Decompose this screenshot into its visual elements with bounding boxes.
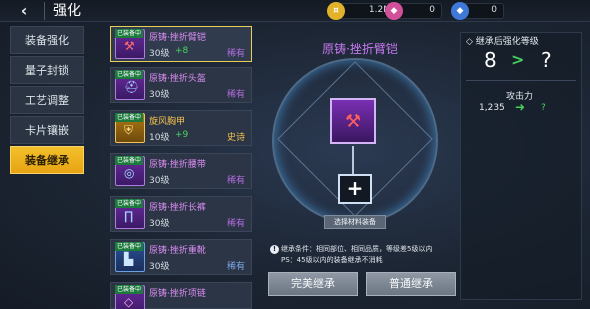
belt-icon: ◎ (124, 166, 135, 180)
arrow-right-icon: ➜ (515, 100, 526, 114)
item-level: 30级 (149, 219, 170, 229)
list-item[interactable]: 已装备中 ◇ 原铸·挫折项链 (110, 282, 252, 309)
blue-gem-icon: ◆ (451, 2, 469, 20)
equipped-tag: 已装备中 (115, 29, 144, 38)
gauntlet-icon: ⚒ (345, 111, 362, 132)
new-attack: ? (541, 103, 546, 113)
perfect-inherit-button[interactable]: 完美继承 (268, 272, 358, 296)
notice-line-2: PS：45级以内的装备继承不消耗 (281, 256, 383, 264)
current-attack: 1,235 (479, 103, 505, 113)
item-rarity: 史诗 (226, 133, 245, 143)
list-item[interactable]: 已装备中 ◎ 原铸·挫折腰带 30级 稀有 (110, 153, 252, 189)
source-item-slot[interactable]: ⚒ (330, 98, 376, 144)
normal-inherit-button[interactable]: 普通继承 (366, 272, 456, 296)
item-thumbnail: 已装备中 ⛨ (115, 113, 145, 143)
item-thumbnail: 已装备中 ◎ (115, 156, 145, 186)
gold-coin-icon: ¤ (327, 2, 345, 20)
list-item[interactable]: 已装备中 ⛨ 旋风胸甲 10级 +9 史诗 (110, 110, 252, 146)
item-name: 原铸·挫折长裤 (149, 203, 206, 213)
inherit-item-title: 原铸·挫折臂铠 (322, 42, 398, 56)
new-level: ? (541, 48, 552, 72)
tab-label: 装备强化 (25, 34, 69, 47)
pink-gem-icon: ◆ (385, 2, 403, 20)
item-level: 30级 (149, 49, 170, 59)
item-level: 30级 (149, 262, 170, 272)
item-name: 旋风胸甲 (149, 117, 186, 127)
item-thumbnail: 已装备中 ◇ (115, 285, 145, 309)
equipped-tag: 已装备中 (115, 156, 144, 165)
item-rarity: 稀有 (226, 262, 245, 272)
tab-label: 装备继承 (25, 154, 69, 167)
item-level: 10级 (149, 133, 170, 143)
back-button[interactable]: ‹ (10, 1, 38, 21)
item-thumbnail: 已装备中 ⛑ (115, 70, 145, 100)
item-thumbnail: 已装备中 ⚒ (115, 29, 145, 59)
equipped-tag: 已装备中 (115, 113, 144, 122)
divider (466, 80, 576, 81)
helmet-icon: ⛑ (124, 80, 140, 94)
item-rarity: 稀有 (226, 176, 245, 186)
item-thumbnail: 已装备中 ▙ (115, 242, 145, 272)
tab-label: 工艺调整 (25, 94, 69, 107)
inherit-result-panel (460, 32, 582, 300)
choose-material-button[interactable]: 选择材料装备 (324, 215, 386, 229)
item-name: 原铸·挫折臂铠 (149, 33, 206, 43)
blue-gem-value: 0 (491, 5, 497, 15)
item-name: 原铸·挫折腰带 (149, 160, 206, 170)
notice-line-1: 继承条件：相同部位、相同品质，等级差5级以内 (281, 245, 433, 253)
tab-quantum-lock[interactable]: 量子封锁 (10, 56, 84, 84)
tab-label: 量子封锁 (25, 64, 69, 77)
item-thumbnail: 已装备中 ∏ (115, 199, 145, 229)
item-rarity: 稀有 (226, 49, 245, 59)
chestplate-icon: ⛨ (124, 123, 134, 137)
item-rarity: 稀有 (226, 219, 245, 229)
blue-gem-currency[interactable]: ◆ 0 (451, 2, 504, 20)
equipped-tag: 已装备中 (115, 199, 144, 208)
item-name: 原铸·挫折重靴 (149, 246, 206, 256)
pants-icon: ∏ (124, 209, 134, 223)
list-item[interactable]: 已装备中 ∏ 原铸·挫折长裤 30级 稀有 (110, 196, 252, 232)
pink-gem-currency[interactable]: ◆ 0 (385, 2, 442, 20)
inherit-notice: ! 继承条件：相同部位、相同品质，等级差5级以内 PS：45级以内的装备继承不消耗 (270, 244, 432, 266)
item-level: 30级 (149, 90, 170, 100)
gauntlet-icon: ⚒ (124, 39, 135, 53)
back-arrow-icon: ‹ (20, 1, 28, 20)
current-level: 8 (484, 48, 497, 72)
item-name: 原铸·挫折头盔 (149, 74, 206, 84)
tab-equipment-enhance[interactable]: 装备强化 (10, 26, 84, 54)
chevron-right-icon: > (511, 50, 525, 69)
list-item[interactable]: 已装备中 ⛑ 原铸·挫折头盔 30级 稀有 (110, 67, 252, 103)
item-name: 原铸·挫折项链 (149, 289, 206, 299)
item-rarity: 稀有 (226, 90, 245, 100)
pink-gem-value: 0 (429, 5, 435, 15)
item-level: 30级 (149, 176, 170, 186)
plus-icon: + (346, 176, 364, 200)
result-header-text: 继承后强化等级 (475, 37, 539, 47)
item-enhance: +8 (175, 46, 189, 56)
list-item[interactable]: 已装备中 ▙ 原铸·挫折重靴 30级 稀有 (110, 239, 252, 275)
info-icon: ! (270, 245, 279, 254)
equipped-tag: 已装备中 (115, 242, 144, 251)
tab-equipment-inherit[interactable]: 装备继承 (10, 146, 84, 174)
top-bar: ‹ 强化 ¤ 1.2M ◆ 0 ◆ 0 (0, 0, 590, 22)
tab-craft-adjust[interactable]: 工艺调整 (10, 86, 84, 114)
result-header: ◇ 继承后强化等级 (466, 37, 539, 47)
boots-icon: ▙ (124, 252, 134, 266)
item-enhance: +9 (175, 130, 189, 140)
page-title: 强化 (44, 2, 81, 20)
list-item[interactable]: 已装备中 ⚒ 原铸·挫折臂铠 30级 +8 稀有 (110, 26, 252, 62)
tab-label: 卡片镶嵌 (25, 124, 69, 137)
slot-connector (352, 146, 354, 174)
necklace-icon: ◇ (124, 295, 134, 309)
material-slot-add-button[interactable]: + (338, 174, 372, 204)
equipped-tag: 已装备中 (115, 70, 144, 79)
equipped-tag: 已装备中 (115, 285, 144, 294)
tab-card-inlay[interactable]: 卡片镶嵌 (10, 116, 84, 144)
